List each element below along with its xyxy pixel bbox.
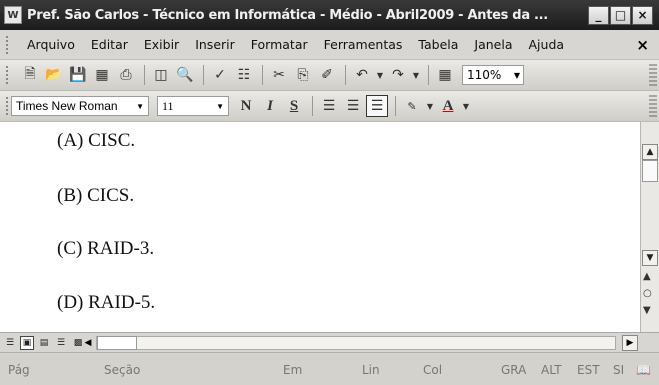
save-icon[interactable]: 💾 [67, 64, 89, 86]
option-b: (B) CICS. [57, 185, 135, 206]
toolbar-grip[interactable] [6, 97, 9, 115]
title-bar: W Pref. São Carlos - Técnico em Informát… [0, 0, 659, 30]
zoom-value: 110% [467, 68, 502, 82]
spelling-status-icon[interactable]: 📖 [636, 363, 651, 377]
justify-icon[interactable]: ☰ [366, 95, 388, 117]
horizontal-scroll-thumb[interactable] [97, 336, 137, 350]
status-ovr[interactable]: SI [613, 363, 624, 377]
status-trk[interactable]: ALT [541, 363, 562, 377]
separator [262, 65, 263, 85]
menu-tabela[interactable]: Tabela [410, 37, 466, 52]
previous-page-icon[interactable]: ▲ [643, 271, 651, 282]
menu-janela[interactable]: Janela [466, 37, 520, 52]
print-preview-icon[interactable]: ◫ [150, 64, 172, 86]
close-button[interactable]: × [632, 5, 653, 25]
highlight-icon[interactable]: ✎ [401, 95, 423, 117]
separator [395, 96, 396, 116]
separator [144, 65, 145, 85]
minimize-button[interactable]: _ [588, 5, 609, 25]
outline-view-icon[interactable]: ☰ [54, 336, 68, 350]
toolbar-options-icon[interactable] [649, 95, 657, 117]
research-icon[interactable]: 🔍 [174, 64, 196, 86]
font-name-value: Times New Roman [16, 99, 118, 113]
redo-icon[interactable]: ↷ [387, 64, 409, 86]
insert-table-icon[interactable]: ▦ [434, 64, 456, 86]
spelling-icon[interactable]: ✓ [209, 64, 231, 86]
window-title: Pref. São Carlos - Técnico em Informátic… [27, 7, 548, 23]
format-painter-icon[interactable]: ✐ [316, 64, 338, 86]
word-app-icon[interactable]: W [4, 6, 22, 24]
font-color-button[interactable]: A [437, 95, 459, 117]
scroll-up-icon[interactable]: ▲ [642, 144, 658, 160]
horizontal-bar: ☰ ▣ ▤ ☰ ▩ ◀ ▶ [0, 332, 659, 352]
undo-icon[interactable]: ↶ [351, 64, 373, 86]
menu-bar: Arquivo Editar Exibir Inserir Formatar F… [0, 30, 659, 60]
option-c: (C) RAID-3. [57, 238, 155, 259]
chevron-down-icon[interactable]: ▼ [514, 71, 520, 80]
vertical-scrollbar[interactable]: ▲ ▼ ▲ ○ ▼ [640, 122, 659, 332]
italic-button[interactable]: I [259, 95, 281, 117]
horizontal-scroll-track[interactable] [96, 336, 616, 350]
open-folder-icon[interactable]: 📂 [43, 64, 65, 86]
cut-icon[interactable]: ✂ [268, 64, 290, 86]
toolbar-grip[interactable] [6, 35, 9, 54]
status-page: Pág [8, 363, 30, 377]
status-at: Em [283, 363, 303, 377]
scroll-right-icon[interactable]: ▶ [622, 335, 638, 351]
separator [428, 65, 429, 85]
align-left-icon[interactable]: ☰ [318, 95, 340, 117]
status-ext[interactable]: EST [577, 363, 600, 377]
highlight-dropdown-icon[interactable]: ▼ [425, 95, 435, 117]
align-center-icon[interactable]: ☰ [342, 95, 364, 117]
font-size-select[interactable]: 11 ▼ [157, 96, 229, 116]
menu-editar[interactable]: Editar [83, 37, 136, 52]
separator [345, 65, 346, 85]
bold-button[interactable]: N [235, 95, 257, 117]
font-color-dropdown-icon[interactable]: ▼ [461, 95, 471, 117]
document-close-button[interactable]: × [636, 36, 649, 54]
menu-ajuda[interactable]: Ajuda [521, 37, 573, 52]
new-document-icon[interactable]: 🗎 [19, 64, 41, 86]
status-bar: Pág Seção Em Lin Col GRA ALT EST SI 📖 [0, 352, 659, 385]
copy-icon[interactable]: ⎘ [292, 64, 314, 86]
document-area[interactable]: (A) CISC. (B) CICS. (C) RAID-3. (D) RAID… [0, 122, 640, 332]
toolbar-grip[interactable] [6, 66, 9, 84]
menu-inserir[interactable]: Inserir [187, 37, 243, 52]
menu-arquivo[interactable]: Arquivo [19, 37, 83, 52]
menu-exibir[interactable]: Exibir [136, 37, 187, 52]
next-page-icon[interactable]: ▼ [643, 305, 651, 316]
maximize-button[interactable]: □ [610, 5, 631, 25]
underline-button[interactable]: S [283, 95, 305, 117]
chevron-down-icon[interactable]: ▼ [136, 102, 144, 111]
chevron-down-icon[interactable]: ▼ [216, 102, 224, 111]
option-d: (D) RAID-5. [57, 292, 156, 313]
status-section: Seção [104, 363, 141, 377]
scroll-down-icon[interactable]: ▼ [642, 250, 658, 266]
separator [203, 65, 204, 85]
formatting-toolbar: Times New Roman ▼ 11 ▼ N I S ☰ ☰ ☰ ✎ ▼ A… [0, 91, 659, 122]
print-layout-view-icon[interactable]: ▤ [37, 336, 51, 350]
menu-ferramentas[interactable]: Ferramentas [316, 37, 411, 52]
menu-formatar[interactable]: Formatar [243, 37, 316, 52]
standard-toolbar: 🗎 📂 💾 ▦ ⎙ ◫ 🔍 ✓ ☷ ✂ ⎘ ✐ ↶ ▼ ↷ ▼ ▦ 110% ▼ [0, 60, 659, 91]
web-layout-view-icon[interactable]: ▣ [20, 335, 34, 350]
normal-view-icon[interactable]: ☰ [3, 336, 17, 350]
permission-icon[interactable]: ▦ [91, 64, 113, 86]
status-column: Col [423, 363, 443, 377]
option-a: (A) CISC. [57, 130, 136, 151]
font-name-select[interactable]: Times New Roman ▼ [11, 96, 149, 116]
separator [312, 96, 313, 116]
toolbar-options-icon[interactable] [649, 64, 657, 86]
thesaurus-icon[interactable]: ☷ [233, 64, 255, 86]
scroll-thumb[interactable] [642, 160, 658, 182]
zoom-select[interactable]: 110% ▼ [462, 65, 524, 85]
status-rec[interactable]: GRA [501, 363, 526, 377]
print-icon[interactable]: ⎙ [115, 64, 137, 86]
status-line: Lin [362, 363, 380, 377]
undo-dropdown-icon[interactable]: ▼ [375, 64, 385, 86]
browse-object-icon[interactable]: ○ [643, 288, 652, 299]
redo-dropdown-icon[interactable]: ▼ [411, 64, 421, 86]
font-size-value: 11 [162, 98, 174, 113]
scroll-left-icon[interactable]: ◀ [81, 336, 95, 350]
